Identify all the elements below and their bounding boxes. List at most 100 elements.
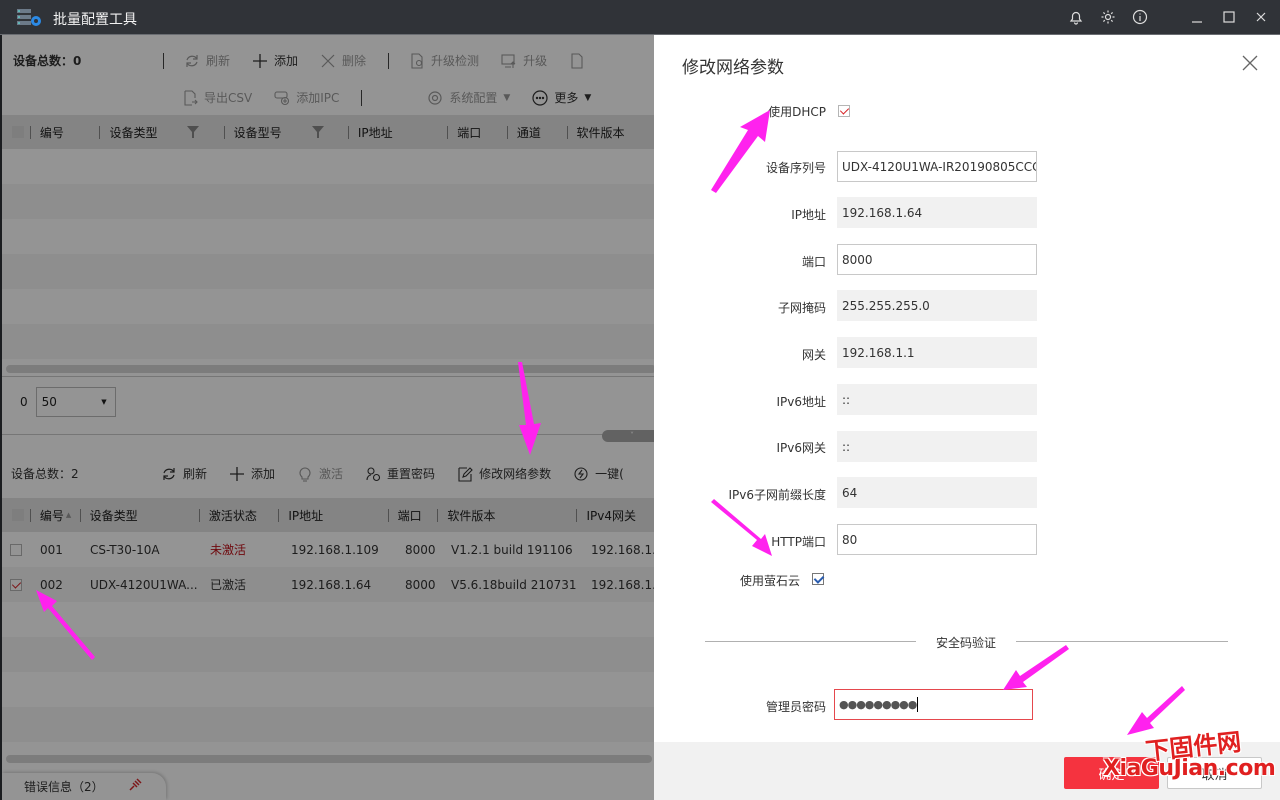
gateway-field[interactable]: 192.168.1.1 [837,337,1037,368]
export-csv-button[interactable]: 导出CSV [182,89,252,106]
column-header[interactable]: 设备型号 [223,115,348,149]
subnet-mask-field[interactable]: 255.255.255.0 [837,290,1037,321]
column-header[interactable]: 设备类型 [99,115,223,149]
sort-asc-icon: ▲ [65,511,72,519]
divider [1016,641,1228,642]
maximize-icon [1223,11,1235,23]
refresh-button[interactable]: 刷新 [184,52,230,69]
close-window-button[interactable] [1250,6,1272,28]
filter-icon[interactable] [187,126,200,138]
delete-button[interactable]: 删除 [320,52,366,69]
collapse-handle[interactable]: ˅ [602,430,654,442]
activate-button[interactable]: 激活 [297,465,343,482]
table-row[interactable]: 002 UDX-4120U1WA... 已激活 192.168.1.64 800… [2,567,654,602]
bell-icon [1069,11,1083,25]
column-header[interactable]: IP地址 [347,115,447,149]
port-field[interactable]: 8000 [837,244,1037,275]
modify-network-button[interactable]: 修改网络参数 [457,465,551,482]
more-tool-button[interactable] [569,52,585,69]
cell-version: V5.6.18build 210731 [451,577,577,592]
empty-row [2,289,654,324]
column-header[interactable]: IP地址 [278,498,387,532]
upgrade-check-icon [411,52,423,69]
column-header[interactable]: 编号 ▲ [29,498,80,532]
column-header[interactable]: 激活状态 [198,498,279,532]
system-config-dropdown[interactable]: 系统配置 ▼ [427,89,510,106]
close-icon [1256,12,1266,22]
error-info-tab[interactable]: 错误信息（2） [2,773,166,800]
divider [388,52,390,69]
caret-down-icon: ▼ [584,92,592,103]
table-row[interactable]: 001 CS-T30-10A 未激活 192.168.1.109 8000 V1… [2,532,654,567]
add-button[interactable]: 添加 [252,52,298,69]
serial-number-field[interactable]: UDX-4120U1WA-IR20190805CCCH [837,151,1037,182]
select-all-checkbox[interactable] [12,509,24,521]
column-header[interactable]: IPv4网关 [576,498,654,532]
ipv6-prefix-field[interactable]: 64 [837,477,1037,508]
column-header[interactable]: 端口 [387,498,438,532]
row-checkbox[interactable] [10,543,22,556]
dhcp-checkbox[interactable] [838,105,850,117]
column-header[interactable]: 编号 [29,115,100,149]
page-size-select[interactable]: 50 ▼ [35,387,116,417]
cloud-label: 使用萤石云 [739,574,800,588]
ezviz-cloud-checkbox[interactable] [812,573,824,585]
maximize-button[interactable] [1218,6,1240,28]
empty-row [2,602,654,637]
filter-icon[interactable] [311,126,324,138]
cell-gateway: 192.168.1.1 [591,542,654,557]
column-header[interactable]: 设备类型 [79,498,199,532]
pin-icon[interactable] [128,778,142,792]
horizontal-scrollbar[interactable] [6,755,652,763]
upgrade-check-button[interactable]: 升级检测 [409,52,479,69]
empty-row [2,637,654,672]
ipv6-address-field[interactable]: :: [837,384,1037,415]
add-button[interactable]: 添加 [229,465,275,482]
text-cursor [917,697,919,712]
device-table-header: 编号 ▲ 设备类型 激活状态 IP地址 端口 软件版本 IPv4网关 [2,498,654,532]
add-ipc-button[interactable]: 添加IPC [274,89,339,106]
minimize-button[interactable] [1186,6,1208,28]
field-label: 子网掩码 [777,301,826,315]
column-header[interactable]: 软件版本 [566,115,654,149]
reset-password-button[interactable]: 重置密码 [365,465,435,482]
close-dialog-icon[interactable] [1240,53,1260,73]
app-title: 批量配置工具 [53,12,137,28]
divider [2,434,654,435]
ip-address-field[interactable]: 192.168.1.64 [837,197,1037,228]
one-click-config-button[interactable]: 一键( [573,465,624,482]
password-label: 管理员密码 [765,700,826,714]
confirm-button[interactable]: 确定 [1064,757,1159,789]
device-toolbar: 设备总数：2 刷新 添加 激活 重置密码 修改网络参数 一键( [11,465,646,482]
field-label: IPv6网关 [776,441,826,455]
column-header[interactable]: 软件版本 [437,498,576,532]
online-toolbar-row1: 设备总数：0 刷新 添加 删除 升级检测 升级 [13,52,607,69]
gear-bolt-icon [574,466,588,481]
cell-version: V1.2.1 build 191106 [451,542,573,557]
empty-row [2,324,654,359]
minimize-icon [1192,21,1202,23]
row-checkbox[interactable] [10,578,22,591]
horizontal-scrollbar[interactable] [6,365,654,373]
chevron-down-icon: ˅ [630,431,634,440]
settings-button[interactable] [1097,6,1119,28]
cancel-button[interactable]: 取消 [1167,757,1262,789]
field-label: HTTP端口 [771,535,826,549]
column-header[interactable]: 通道 [506,115,567,149]
select-all-checkbox[interactable] [12,126,24,138]
notification-button[interactable] [1065,6,1087,28]
online-toolbar-row2: 导出CSV 添加IPC 系统配置 ▼ 更多 ▼ [182,89,613,106]
upgrade-icon [501,53,516,68]
upgrade-button[interactable]: 升级 [501,52,547,69]
more-dropdown[interactable]: 更多 ▼ [532,89,591,106]
about-button[interactable] [1129,6,1151,28]
ipv6-gateway-field[interactable]: :: [837,431,1037,462]
empty-row [2,672,654,707]
refresh-button[interactable]: 刷新 [161,465,207,482]
pager: 0 50 ▼ [20,387,116,417]
column-header[interactable]: 端口 [447,115,507,149]
cell-status: 未激活 [210,543,247,557]
http-port-field[interactable]: 80 [837,524,1037,555]
admin-password-field[interactable]: ●●●●●●●●● [834,689,1033,720]
cell-gateway: 192.168.1.1 [591,577,654,592]
